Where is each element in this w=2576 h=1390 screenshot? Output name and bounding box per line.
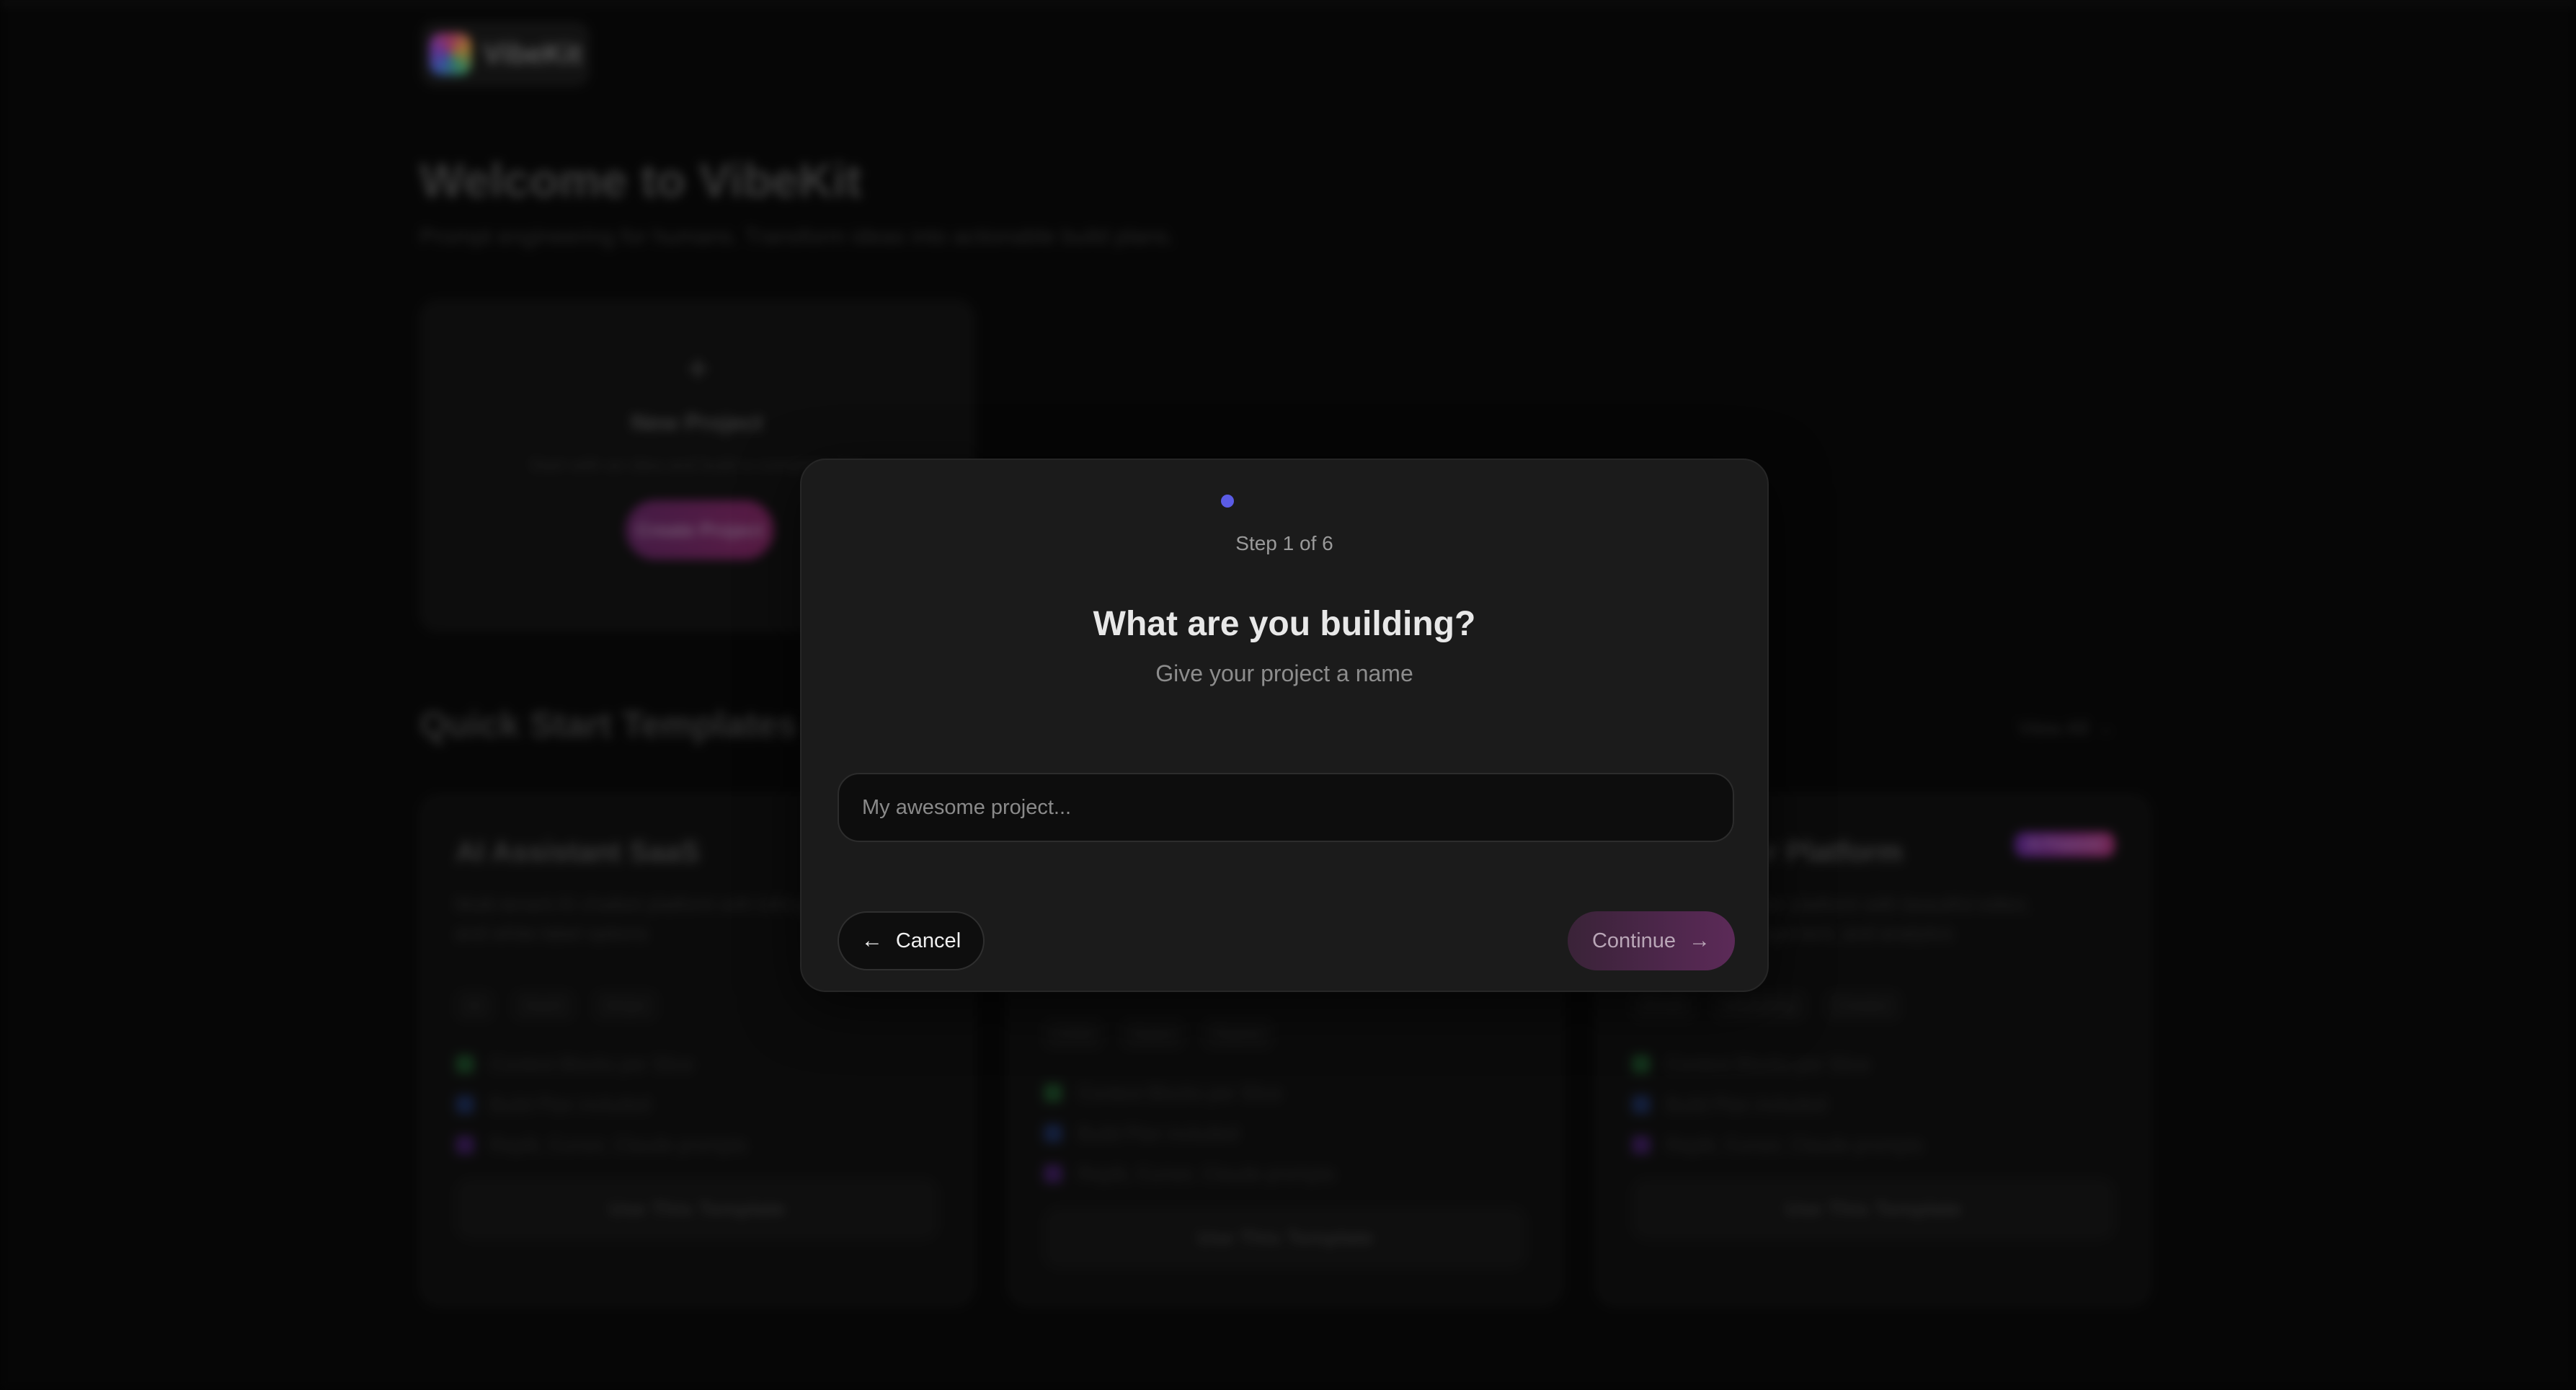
step-progress-dot (1221, 495, 1234, 508)
continue-button[interactable]: Continue → (1568, 911, 1735, 970)
dialog-subtitle: Give your project a name (1155, 660, 1413, 686)
continue-label: Continue (1591, 929, 1676, 952)
cancel-button[interactable]: ← Cancel (838, 911, 985, 970)
dialog-title: What are you building? (1093, 605, 1476, 643)
cancel-label: Cancel (895, 929, 961, 952)
project-name-input[interactable] (838, 773, 1734, 842)
arrow-right-icon: → (1689, 929, 1711, 952)
arrow-left-icon: ← (861, 929, 883, 952)
new-project-dialog: Step 1 of 6 What are you building? Give … (800, 459, 1769, 992)
step-indicator: Step 1 of 6 (1235, 532, 1333, 554)
